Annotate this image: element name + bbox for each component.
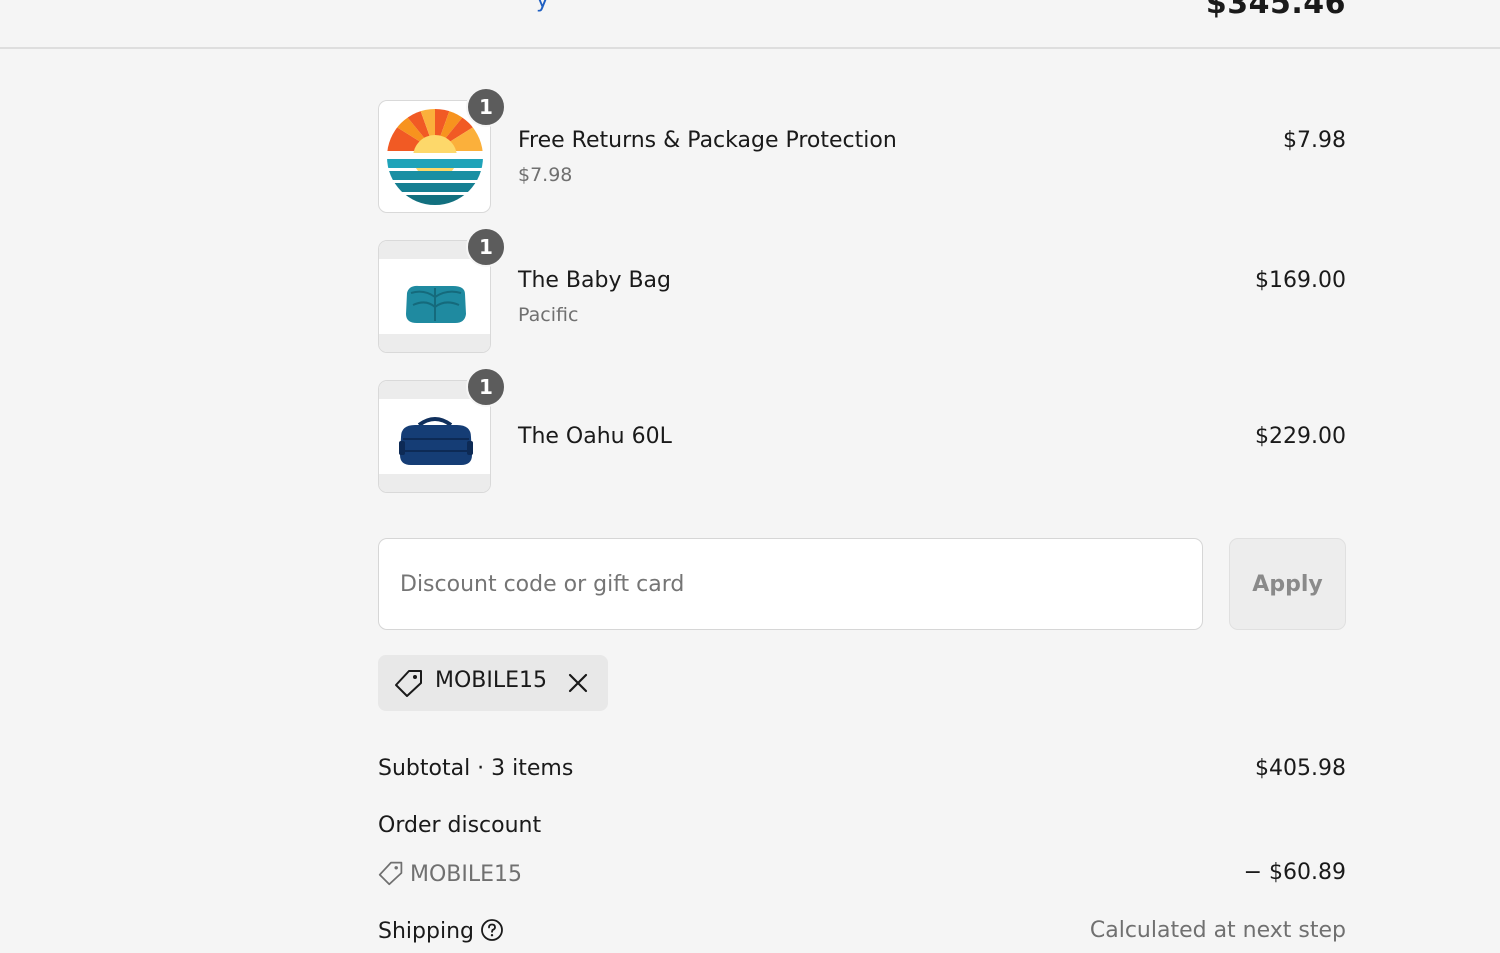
subtotal-label: Subtotal · 3 items <box>378 756 574 781</box>
discount-code: MOBILE15 <box>410 862 523 887</box>
tag-icon <box>378 861 403 886</box>
item-subtitle: $7.98 <box>518 164 573 186</box>
quantity-badge: 1 <box>466 87 506 127</box>
line-item: 1 The Oahu 60L $229.00 <box>378 367 1346 496</box>
shipping-row: Shipping Calculated at next step <box>378 918 1346 944</box>
help-icon[interactable] <box>480 918 504 942</box>
remove-discount-icon[interactable] <box>566 671 590 695</box>
apply-discount-button[interactable]: Apply <box>1229 538 1346 630</box>
quantity-badge: 1 <box>466 227 506 267</box>
order-discount-label: Order discount <box>378 813 542 838</box>
line-item: 1 The Baby Bag Pacific $169.00 <box>378 227 1346 356</box>
show-summary-link[interactable]: y <box>536 0 549 13</box>
order-summary-header: y $345.46 <box>0 0 1500 49</box>
item-name: The Oahu 60L <box>518 424 672 449</box>
item-name: The Baby Bag <box>518 268 672 293</box>
applied-code: MOBILE15 <box>435 668 548 693</box>
item-name: Free Returns & Package Protection <box>518 128 897 153</box>
line-item: 1 Free Returns & Package Protection $7.9… <box>378 87 1346 216</box>
item-price: $7.98 <box>1283 128 1346 153</box>
subtotal-value: $405.98 <box>1255 756 1346 781</box>
shipping-label: Shipping <box>378 919 474 944</box>
subtotal-row: Subtotal · 3 items $405.98 <box>378 756 1346 781</box>
shipping-value: Calculated at next step <box>1089 918 1346 943</box>
discount-code-row: MOBILE15 − $60.89 <box>378 860 1346 887</box>
order-discount-row: Order discount <box>378 813 1346 838</box>
discount-code-input[interactable] <box>378 538 1203 630</box>
order-total: $345.46 <box>1205 0 1346 21</box>
item-subtitle: Pacific <box>518 304 579 326</box>
item-price: $169.00 <box>1255 268 1346 293</box>
discount-value: − $60.89 <box>1243 860 1346 885</box>
applied-discount-chip: MOBILE15 <box>378 655 608 711</box>
tag-icon <box>395 670 422 697</box>
item-price: $229.00 <box>1255 424 1346 449</box>
quantity-badge: 1 <box>466 367 506 407</box>
